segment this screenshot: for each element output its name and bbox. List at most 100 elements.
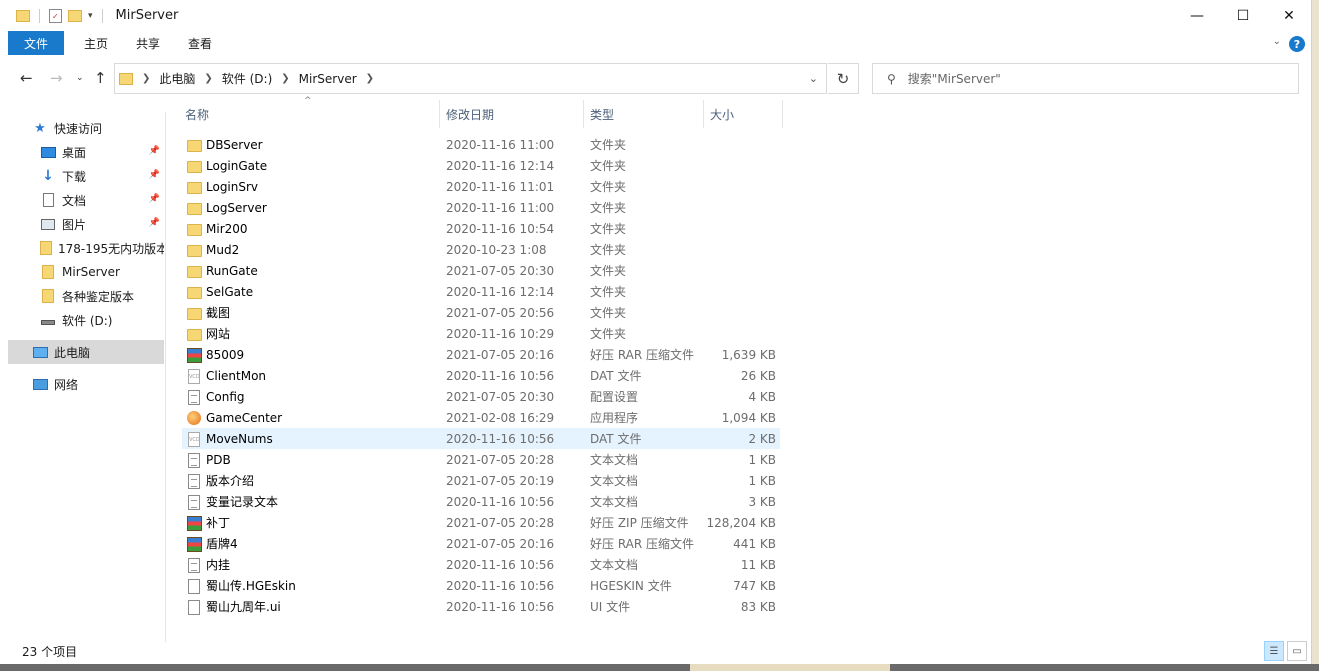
- column-header-type[interactable]: 类型: [584, 100, 703, 128]
- pin-icon[interactable]: 📌: [149, 218, 160, 228]
- column-header-name[interactable]: 名称: [179, 100, 439, 128]
- file-row[interactable]: LoginGate 2020-11-16 12:14 文件夹: [182, 155, 780, 176]
- file-row[interactable]: 蜀山传.HGEskin 2020-11-16 10:56 HGESKIN 文件 747…: [182, 575, 780, 596]
- file-name: ClientMon: [206, 368, 267, 383]
- file-row[interactable]: 补丁 2021-07-05 20:28 好压 ZIP 压缩文件 128,204 KB: [182, 512, 780, 533]
- customize-toolbar-icon[interactable]: ▾: [88, 11, 93, 21]
- column-header-size[interactable]: 大小: [704, 100, 782, 128]
- breadcrumb-this-pc[interactable]: 此电脑: [159, 70, 195, 87]
- folder-icon: [186, 284, 202, 300]
- file-name: 版本介绍: [206, 474, 255, 488]
- new-folder-icon[interactable]: [68, 9, 82, 22]
- nav-item-appraisal-versions[interactable]: 各种鉴定版本: [8, 284, 164, 308]
- file-type: 文本文档: [590, 495, 639, 509]
- file-name: 蜀山传.HGEskin: [206, 579, 296, 593]
- chevron-right-icon[interactable]: ❯: [366, 73, 374, 84]
- nav-item-folder-178-195[interactable]: 178-195无内功版本: [8, 236, 164, 260]
- column-divider[interactable]: [782, 100, 783, 128]
- file-name-cell: LoginSrv: [186, 176, 258, 197]
- minimize-button[interactable]: —: [1174, 0, 1220, 31]
- chevron-right-icon[interactable]: ❯: [204, 73, 212, 84]
- file-row[interactable]: 变量记录文本 2020-11-16 10:56 文本文档 3 KB: [182, 491, 780, 512]
- background-strip: [1312, 0, 1319, 671]
- file-row[interactable]: LoginSrv 2020-11-16 11:01 文件夹: [182, 176, 780, 197]
- nav-item-pictures[interactable]: 图片 📌: [8, 212, 164, 236]
- file-row[interactable]: VCD ClientMon 2020-11-16 10:56 DAT 文件 26 KB: [182, 365, 780, 386]
- file-row[interactable]: PDB 2021-07-05 20:28 文本文档 1 KB: [182, 449, 780, 470]
- file-name-cell: 补丁: [186, 512, 230, 533]
- file-name-cell: LogServer: [186, 197, 267, 218]
- tab-home[interactable]: 主页: [70, 31, 122, 55]
- forward-arrow-icon[interactable]: →: [50, 69, 63, 87]
- file-size: 747 KB: [733, 578, 776, 593]
- file-row[interactable]: VCD MoveNums 2020-11-16 10:56 DAT 文件 2 KB: [182, 428, 780, 449]
- large-icons-view-icon: ▭: [1292, 645, 1302, 657]
- file-name: Mir200: [206, 221, 248, 236]
- window-title: MirServer: [115, 8, 179, 23]
- address-bar[interactable]: ❯ 此电脑 ❯ 软件 (D:) ❯ MirServer ❯ ⌄: [114, 63, 827, 94]
- tab-view[interactable]: 查看: [174, 31, 226, 55]
- pin-icon[interactable]: 📌: [149, 146, 160, 156]
- file-row[interactable]: 85009 2021-07-05 20:16 好压 RAR 压缩文件 1,639 KB: [182, 344, 780, 365]
- file-row[interactable]: 蜀山九周年.ui 2020-11-16 10:56 UI 文件 83 KB: [182, 596, 780, 617]
- file-row[interactable]: Mir200 2020-11-16 10:54 文件夹: [182, 218, 780, 239]
- back-arrow-icon[interactable]: ←: [20, 69, 33, 87]
- file-row[interactable]: 截图 2021-07-05 20:56 文件夹: [182, 302, 780, 323]
- folder-icon: [186, 179, 202, 195]
- file-name-cell: Config: [186, 386, 245, 407]
- nav-item-documents[interactable]: 文档 📌: [8, 188, 164, 212]
- column-header-date[interactable]: 修改日期: [440, 100, 583, 128]
- chevron-right-icon[interactable]: ❯: [142, 73, 150, 84]
- drive-icon: [40, 313, 56, 327]
- file-name: DBServer: [206, 137, 263, 152]
- breadcrumb-mirserver[interactable]: MirServer: [299, 72, 357, 86]
- breadcrumb-drive-d[interactable]: 软件 (D:): [222, 70, 272, 87]
- help-button[interactable]: ?: [1289, 36, 1305, 52]
- expand-ribbon-icon[interactable]: ⌄: [1273, 36, 1281, 47]
- search-input[interactable]: ⚲ 搜索"MirServer": [872, 63, 1299, 94]
- file-row[interactable]: LogServer 2020-11-16 11:00 文件夹: [182, 197, 780, 218]
- file-row[interactable]: 内挂 2020-11-16 10:56 文本文档 11 KB: [182, 554, 780, 575]
- file-name-cell: 网站: [186, 323, 230, 344]
- nav-item-network[interactable]: 网络: [8, 372, 164, 396]
- file-date: 2021-02-08 16:29: [446, 410, 555, 425]
- file-row[interactable]: 版本介绍 2021-07-05 20:19 文本文档 1 KB: [182, 470, 780, 491]
- file-row[interactable]: RunGate 2021-07-05 20:30 文件夹: [182, 260, 780, 281]
- file-date: 2020-11-16 10:56: [446, 368, 555, 383]
- file-row[interactable]: DBServer 2020-11-16 11:00 文件夹: [182, 134, 780, 155]
- tab-file[interactable]: 文件: [8, 31, 65, 55]
- nav-item-downloads[interactable]: ↓ 下载 📌: [8, 164, 164, 188]
- recent-locations-icon[interactable]: ⌄: [76, 73, 84, 83]
- file-name-cell: 蜀山九周年.ui: [186, 596, 281, 617]
- address-dropdown-icon[interactable]: ⌄: [809, 72, 818, 85]
- quick-access-toolbar: ✓ ▾: [16, 8, 106, 23]
- nav-item-this-pc[interactable]: 此电脑: [8, 340, 164, 364]
- nav-item-mirserver[interactable]: MirServer: [8, 260, 164, 284]
- close-button[interactable]: ✕: [1266, 0, 1312, 31]
- nav-item-quick-access[interactable]: ★ 快速访问: [32, 116, 164, 140]
- file-row[interactable]: Mud2 2020-10-23 1:08 文件夹: [182, 239, 780, 260]
- file-row[interactable]: SelGate 2020-11-16 12:14 文件夹: [182, 281, 780, 302]
- nav-item-drive-d[interactable]: 软件 (D:): [8, 308, 164, 332]
- pin-icon[interactable]: 📌: [149, 194, 160, 204]
- file-row[interactable]: Config 2021-07-05 20:30 配置设置 4 KB: [182, 386, 780, 407]
- file-row[interactable]: 盾牌4 2021-07-05 20:16 好压 RAR 压缩文件 441 KB: [182, 533, 780, 554]
- file-row[interactable]: GameCenter 2021-02-08 16:29 应用程序 1,094 KB: [182, 407, 780, 428]
- refresh-button[interactable]: ↻: [828, 63, 859, 94]
- chevron-right-icon[interactable]: ❯: [281, 73, 289, 84]
- pin-icon[interactable]: 📌: [149, 170, 160, 180]
- text-file-icon: [186, 389, 202, 405]
- nav-item-desktop[interactable]: 桌面 📌: [8, 140, 164, 164]
- file-row[interactable]: 网站 2020-11-16 10:29 文件夹: [182, 323, 780, 344]
- file-size: 128,204 KB: [706, 515, 776, 530]
- file-name-cell: 截图: [186, 302, 230, 323]
- nav-item-label: 下载: [62, 169, 87, 184]
- large-icons-view-button[interactable]: ▭: [1287, 641, 1307, 661]
- maximize-button[interactable]: ☐: [1220, 0, 1266, 31]
- toolbar-divider: [101, 8, 103, 23]
- file-name: MoveNums: [206, 431, 273, 446]
- tab-share[interactable]: 共享: [122, 31, 174, 55]
- properties-icon[interactable]: ✓: [49, 8, 62, 23]
- up-arrow-icon[interactable]: ↑: [94, 69, 107, 87]
- details-view-button[interactable]: ☰: [1264, 641, 1284, 661]
